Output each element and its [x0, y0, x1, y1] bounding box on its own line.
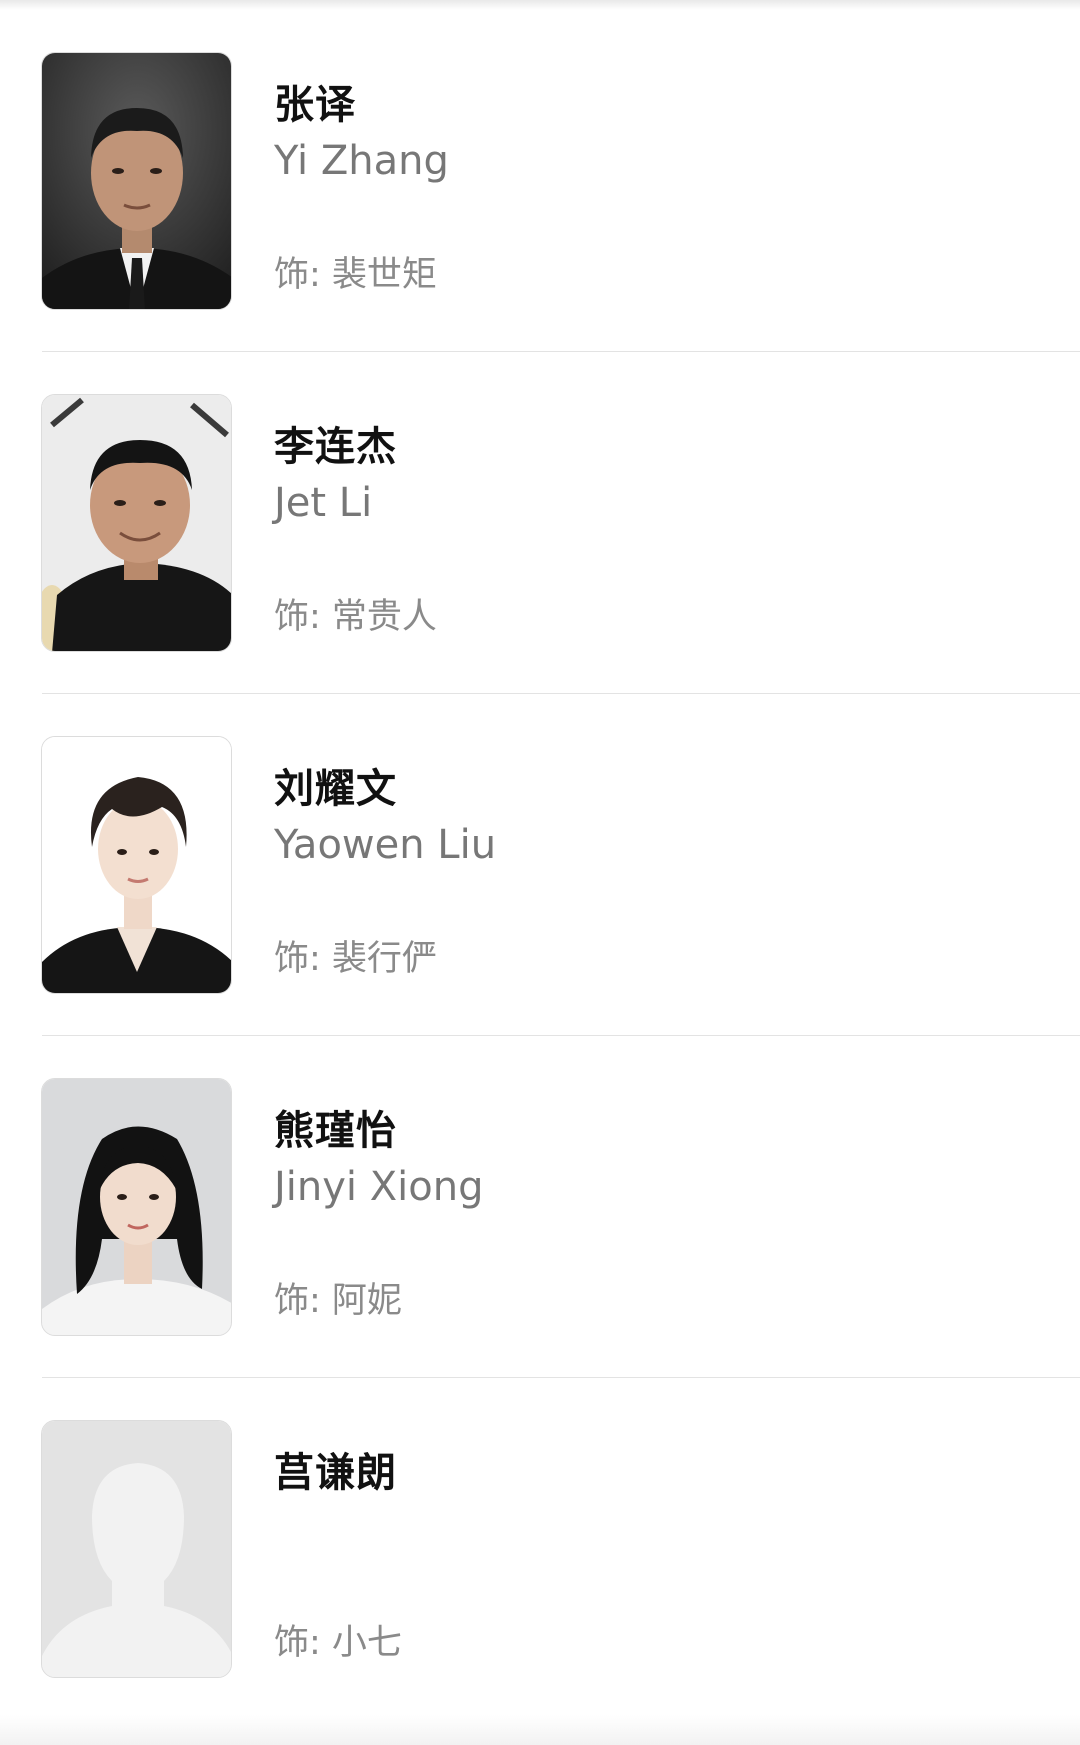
actor-name-en: Yaowen Liu [274, 822, 497, 868]
cast-row[interactable]: 刘耀文 Yaowen Liu 饰: 裴行俨 [0, 694, 1080, 1036]
role-name: 小七 [331, 1623, 402, 1663]
role-prefix: 饰: [274, 597, 332, 637]
actor-photo[interactable] [41, 52, 232, 310]
actress-portrait-icon [42, 1079, 231, 1335]
bottom-fade [0, 1715, 1080, 1745]
actor-photo[interactable] [41, 736, 232, 994]
role-prefix: 饰: [274, 939, 332, 979]
role-text: 饰: 阿妮 [274, 1272, 402, 1323]
actor-photo[interactable] [41, 1078, 232, 1336]
role-text: 饰: 小七 [274, 1614, 402, 1665]
role-name: 阿妮 [331, 1281, 402, 1321]
actor-name-en: Jinyi Xiong [274, 1164, 484, 1210]
role-text: 饰: 常贵人 [274, 588, 437, 639]
role-text: 饰: 裴行俨 [274, 930, 437, 981]
role-name: 裴行俨 [331, 939, 437, 979]
actor-portrait-icon [42, 395, 231, 651]
role-prefix: 饰: [274, 255, 332, 295]
actor-name-en: Yi Zhang [274, 138, 449, 184]
top-border [0, 0, 1080, 10]
role-text: 饰: 裴世矩 [274, 246, 437, 297]
cast-row[interactable]: 莒谦朗 饰: 小七 [0, 1378, 1080, 1720]
actor-name-zh: 莒谦朗 [274, 1450, 397, 1496]
role-name: 常贵人 [331, 597, 437, 637]
role-prefix: 饰: [274, 1281, 332, 1321]
cast-row[interactable]: 张译 Yi Zhang 饰: 裴世矩 [0, 10, 1080, 352]
role-prefix: 饰: [274, 1623, 332, 1663]
actor-name-zh: 张译 [274, 82, 356, 128]
actor-portrait-icon [42, 737, 231, 993]
actor-name-en: Jet Li [274, 480, 373, 526]
cast-row[interactable]: 熊瑾怡 Jinyi Xiong 饰: 阿妮 [0, 1036, 1080, 1378]
actor-name-zh: 熊瑾怡 [274, 1108, 397, 1154]
cast-list: 张译 Yi Zhang 饰: 裴世矩 李连杰 Jet Li 饰: 常贵人 刘耀文… [0, 10, 1080, 1720]
actor-photo[interactable] [41, 1420, 232, 1678]
placeholder-avatar-icon [42, 1421, 231, 1677]
actor-name-zh: 李连杰 [274, 424, 397, 470]
actor-name-zh: 刘耀文 [274, 766, 397, 812]
actor-photo[interactable] [41, 394, 232, 652]
role-name: 裴世矩 [331, 255, 437, 295]
cast-row[interactable]: 李连杰 Jet Li 饰: 常贵人 [0, 352, 1080, 694]
actor-portrait-icon [42, 53, 231, 309]
